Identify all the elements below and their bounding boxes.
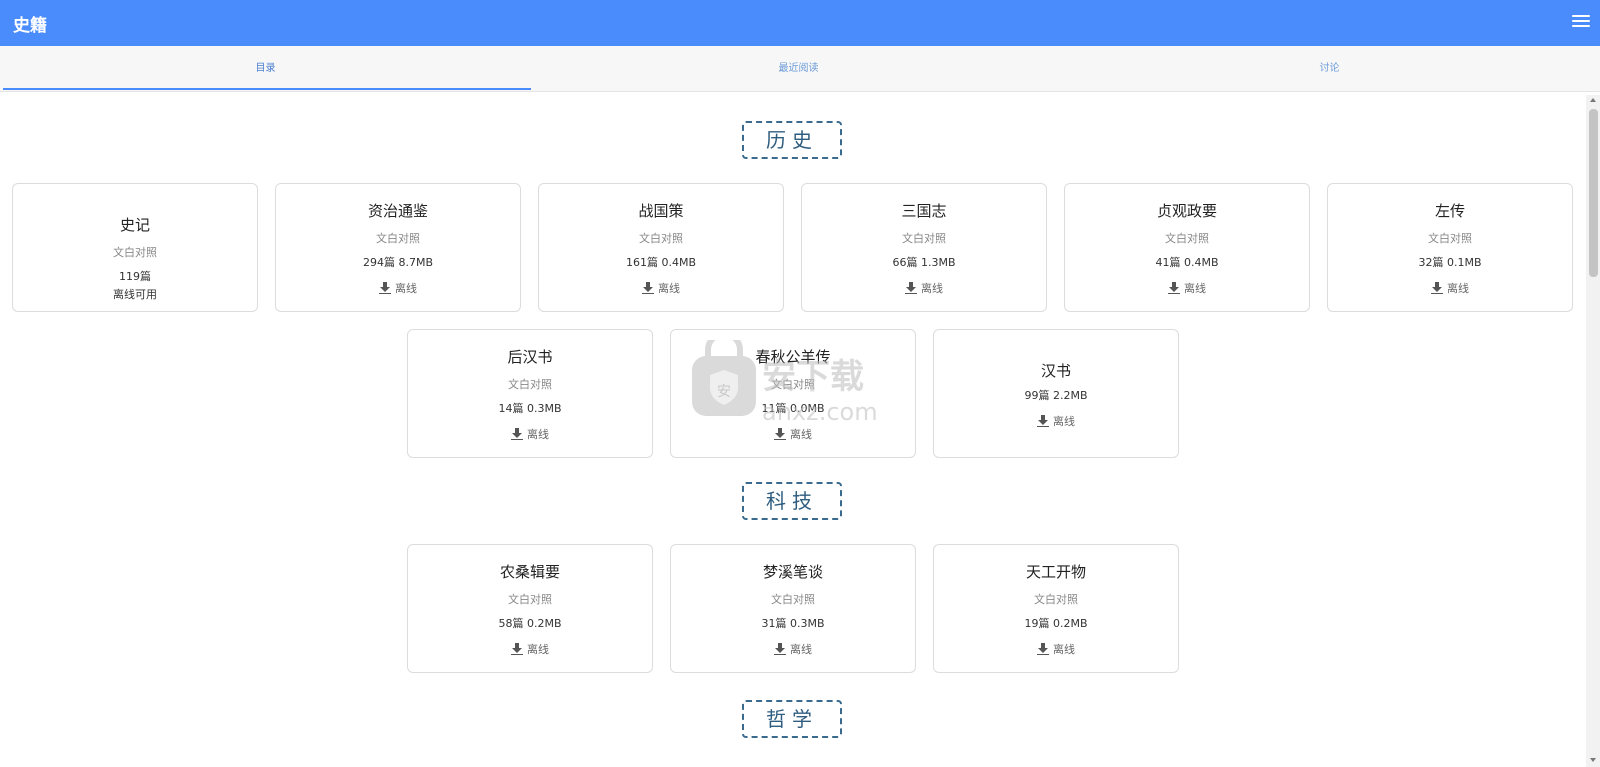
catalog-content[interactable]: 历史 史记 文白对照 119篇 离线可用 资治通鉴 文白对照 294篇 8.7M…	[0, 95, 1586, 767]
book-name: 左传	[1434, 202, 1465, 220]
download-label: 离线	[921, 282, 943, 295]
book-name: 贞观政要	[1156, 202, 1217, 220]
download-icon	[1168, 282, 1180, 294]
book-name: 三国志	[901, 202, 947, 220]
book-name: 春秋公羊传	[755, 348, 831, 366]
download-button[interactable]: 离线	[511, 426, 549, 442]
book-subtitle: 文白对照	[1165, 232, 1209, 245]
scroll-up-icon[interactable]	[1590, 98, 1596, 102]
download-label: 离线	[527, 643, 549, 656]
book-meta: 19篇 0.2MB	[1024, 617, 1088, 630]
download-label: 离线	[1053, 643, 1075, 656]
book-meta: 14篇 0.3MB	[498, 402, 562, 415]
scrollbar-thumb[interactable]	[1589, 109, 1598, 277]
menu-icon[interactable]	[1572, 15, 1590, 29]
book-name: 农桑辑要	[499, 563, 560, 581]
book-card-zuozhuan[interactable]: 左传 文白对照 32篇 0.1MB 离线	[1327, 183, 1573, 312]
download-label: 离线	[658, 282, 680, 295]
book-subtitle: 文白对照	[113, 246, 157, 259]
book-name: 后汉书	[507, 348, 553, 366]
book-name: 资治通鉴	[367, 202, 428, 220]
book-meta: 11篇 0.0MB	[761, 402, 825, 415]
download-icon	[379, 282, 391, 294]
download-icon	[905, 282, 917, 294]
book-meta: 66篇 1.3MB	[892, 256, 956, 269]
vertical-scrollbar[interactable]	[1586, 95, 1600, 767]
download-button[interactable]: 离线	[774, 426, 812, 442]
book-card-tiangong[interactable]: 天工开物 文白对照 19篇 0.2MB 离线	[933, 544, 1179, 673]
download-label: 离线	[790, 428, 812, 441]
book-meta: 99篇 2.2MB	[1024, 389, 1088, 402]
download-button[interactable]: 离线	[905, 280, 943, 296]
book-meta: 161篇 0.4MB	[625, 256, 697, 269]
book-card-mengxi[interactable]: 梦溪笔谈 文白对照 31篇 0.3MB 离线	[670, 544, 916, 673]
book-name: 天工开物	[1025, 563, 1086, 581]
book-name: 梦溪笔谈	[762, 563, 823, 581]
download-icon	[1037, 415, 1049, 427]
book-subtitle: 文白对照	[639, 232, 683, 245]
download-button[interactable]: 离线	[511, 641, 549, 657]
book-subtitle: 文白对照	[1034, 593, 1078, 606]
download-label: 离线	[1184, 282, 1206, 295]
download-label: 离线	[395, 282, 417, 295]
book-card-hanshu[interactable]: 汉书 99篇 2.2MB 离线	[933, 329, 1179, 458]
book-card-sanguo[interactable]: 三国志 文白对照 66篇 1.3MB 离线	[801, 183, 1047, 312]
book-card-nongsang[interactable]: 农桑辑要 文白对照 58篇 0.2MB 离线	[407, 544, 653, 673]
download-label: 离线	[527, 428, 549, 441]
book-name: 战国策	[638, 202, 684, 220]
book-subtitle: 文白对照	[771, 378, 815, 391]
book-card-gongyang[interactable]: 春秋公羊传 文白对照 11篇 0.0MB 离线	[670, 329, 916, 458]
download-label: 离线	[1053, 415, 1075, 428]
section-title-history: 历史	[742, 121, 842, 159]
app-title: 史籍	[13, 16, 47, 36]
download-button[interactable]: 离线	[1037, 413, 1075, 429]
download-icon	[774, 428, 786, 440]
download-button[interactable]: 离线	[642, 280, 680, 296]
download-button[interactable]: 离线	[1168, 280, 1206, 296]
book-meta: 58篇 0.2MB	[498, 617, 562, 630]
download-button[interactable]: 离线	[774, 641, 812, 657]
book-subtitle: 文白对照	[508, 593, 552, 606]
book-meta: 31篇 0.3MB	[761, 617, 825, 630]
tab-recent-reading[interactable]: 最近阅读	[533, 46, 1064, 92]
download-icon	[511, 643, 523, 655]
app-bar: 史籍	[0, 0, 1600, 46]
download-button[interactable]: 离线	[1431, 280, 1469, 296]
book-card-shiji[interactable]: 史记 文白对照 119篇 离线可用	[12, 183, 258, 312]
book-meta: 294篇 8.7MB	[362, 256, 434, 269]
download-icon	[642, 282, 654, 294]
book-subtitle: 文白对照	[376, 232, 420, 245]
section-title-philosophy: 哲学	[742, 700, 842, 738]
tab-catalog[interactable]: 目录	[0, 46, 531, 92]
book-card-zhenguan[interactable]: 贞观政要 文白对照 41篇 0.4MB 离线	[1064, 183, 1310, 312]
book-subtitle: 文白对照	[508, 378, 552, 391]
download-icon	[511, 428, 523, 440]
book-subtitle: 文白对照	[1428, 232, 1472, 245]
download-icon	[774, 643, 786, 655]
book-meta: 32篇 0.1MB	[1418, 256, 1482, 269]
section-title-science: 科技	[742, 482, 842, 520]
offline-status: 离线可用	[113, 288, 157, 301]
book-card-houhan[interactable]: 后汉书 文白对照 14篇 0.3MB 离线	[407, 329, 653, 458]
book-card-zhanguo[interactable]: 战国策 文白对照 161篇 0.4MB 离线	[538, 183, 784, 312]
book-subtitle: 文白对照	[902, 232, 946, 245]
download-icon	[1431, 282, 1443, 294]
tab-bar: 目录 最近阅读 讨论	[0, 46, 1600, 92]
book-subtitle: 文白对照	[771, 593, 815, 606]
book-meta: 119篇	[119, 270, 151, 283]
book-card-zizhi[interactable]: 资治通鉴 文白对照 294篇 8.7MB 离线	[275, 183, 521, 312]
download-label: 离线	[790, 643, 812, 656]
book-name: 汉书	[1040, 362, 1071, 380]
download-icon	[1037, 643, 1049, 655]
download-label: 离线	[1447, 282, 1469, 295]
tab-discussion[interactable]: 讨论	[1064, 46, 1595, 92]
scroll-down-icon[interactable]	[1590, 758, 1596, 762]
download-button[interactable]: 离线	[1037, 641, 1075, 657]
download-button[interactable]: 离线	[379, 280, 417, 296]
book-meta: 41篇 0.4MB	[1155, 256, 1219, 269]
book-name: 史记	[119, 216, 150, 234]
